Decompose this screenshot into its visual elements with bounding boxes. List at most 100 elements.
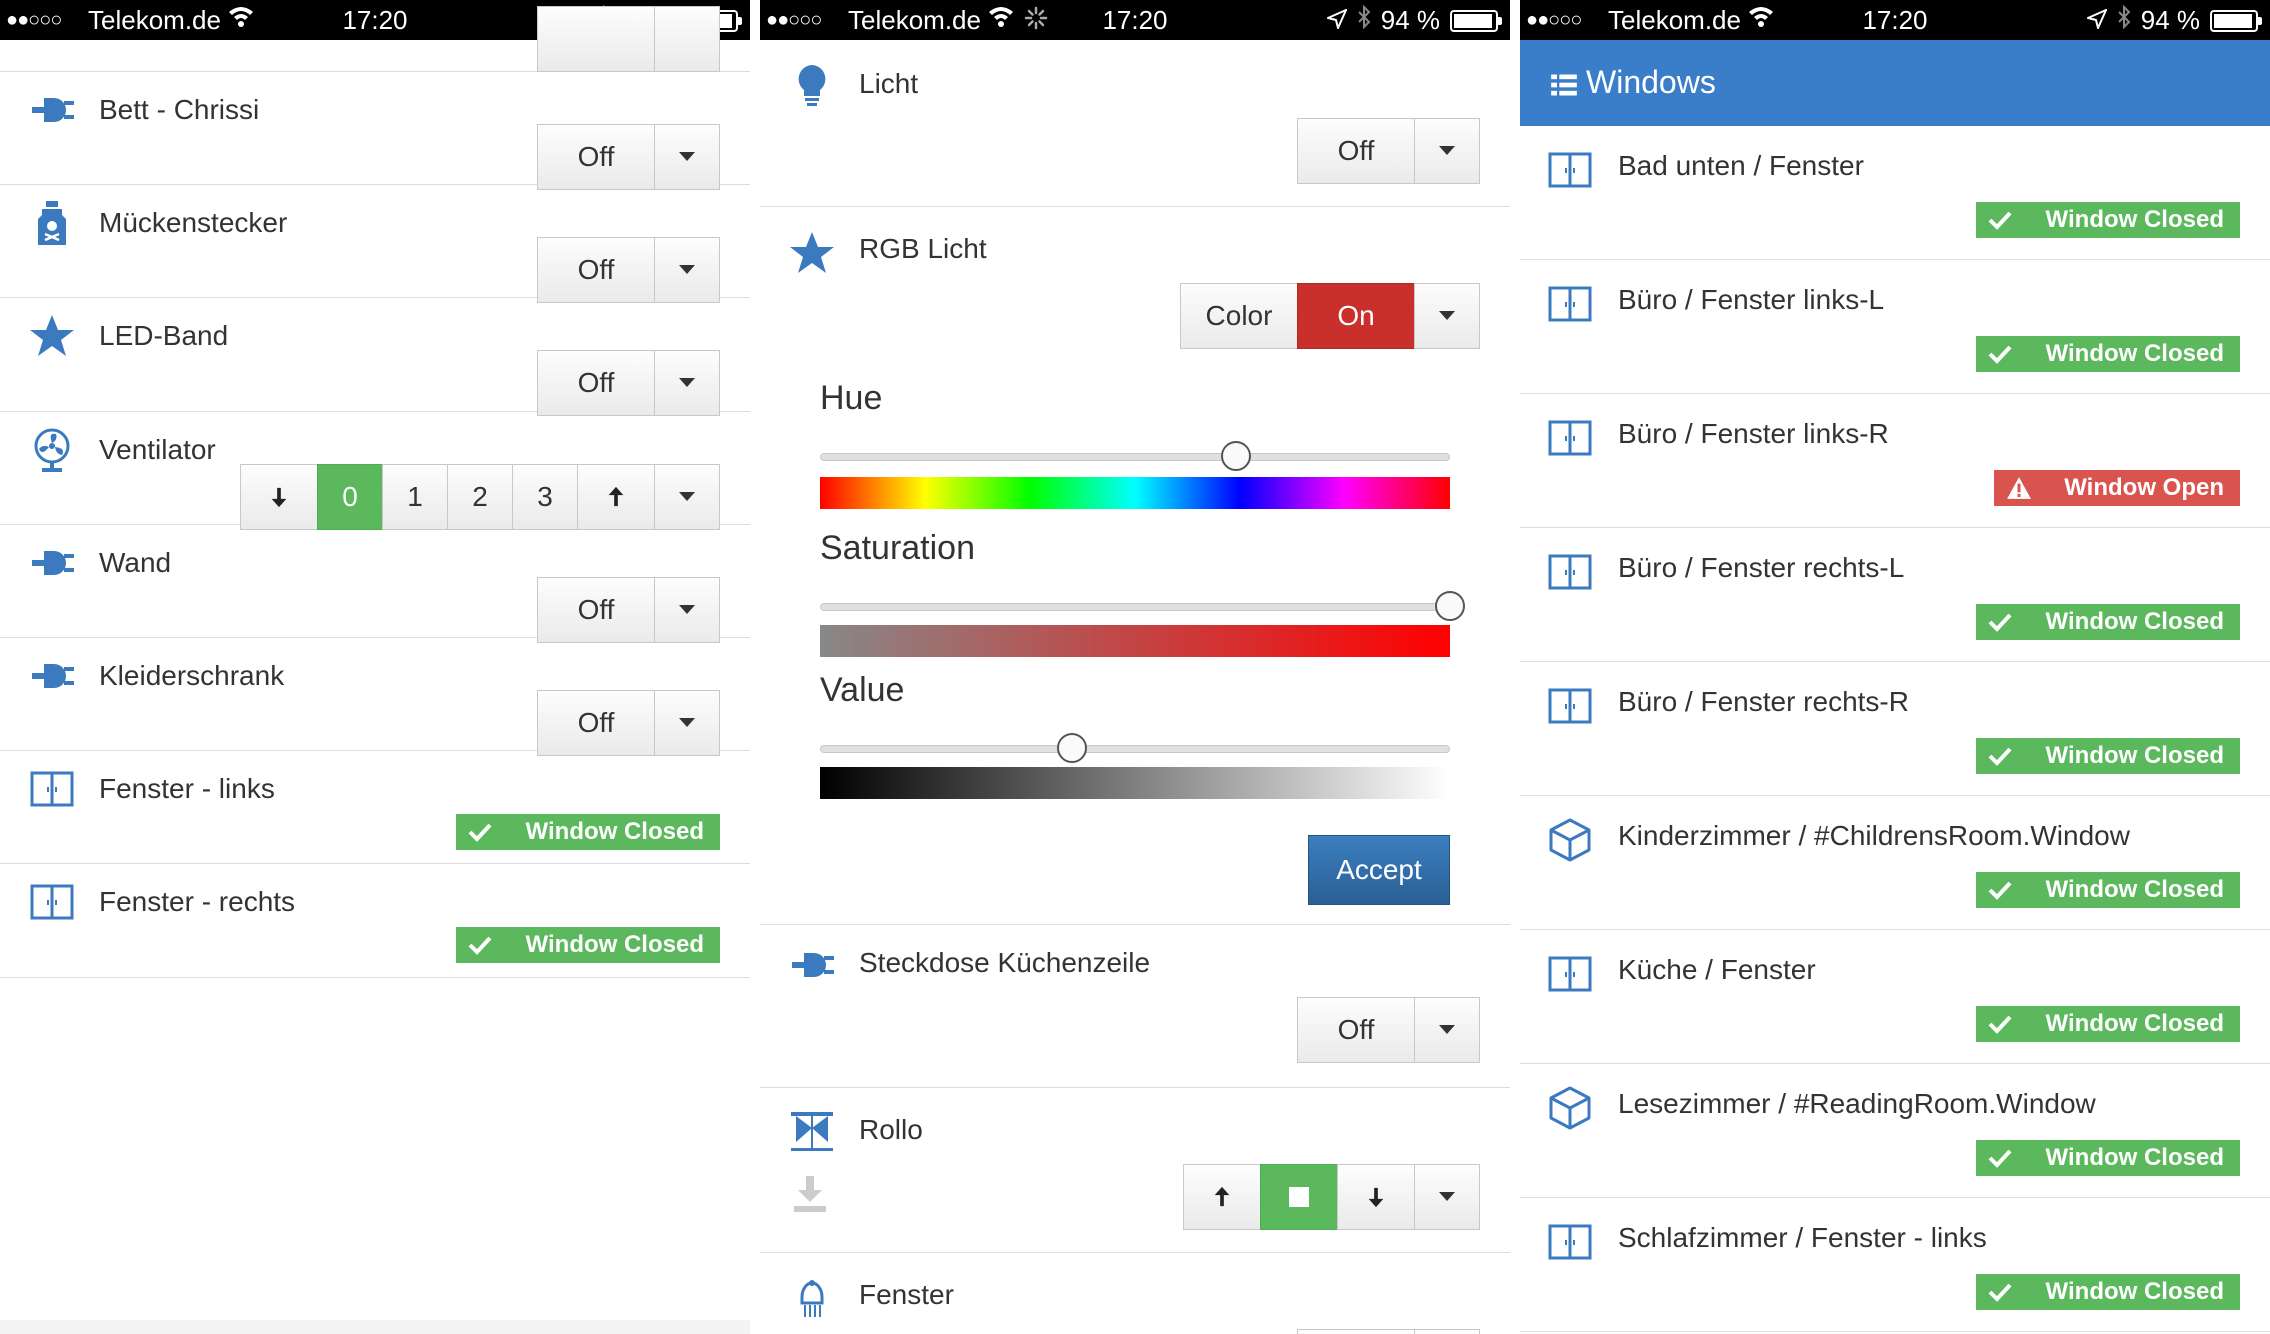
row-label: RGB Licht — [859, 233, 987, 264]
status-badge: Window Open — [1994, 470, 2240, 506]
page-title: Windows — [1586, 64, 1716, 100]
partial-row — [0, 6, 750, 72]
check-icon — [1988, 1012, 2028, 1036]
rollo-down-button[interactable] — [1337, 1164, 1415, 1230]
off-button[interactable]: Off — [1297, 118, 1415, 184]
bluetooth-icon — [2117, 4, 2131, 36]
row-led-band: LED-Band Off — [0, 298, 750, 417]
status-text: Window Closed — [2045, 876, 2224, 903]
fenster-button-group — [1297, 1329, 1480, 1334]
dropdown-toggle[interactable] — [654, 576, 720, 643]
status-text: Window Closed — [525, 931, 704, 959]
dropdown-toggle[interactable] — [1414, 118, 1480, 184]
download-tray-icon — [790, 1174, 830, 1219]
hue-slider-track[interactable] — [820, 453, 1450, 461]
hue-spectrum[interactable] — [820, 477, 1450, 509]
rollo-controls — [1183, 1164, 1480, 1230]
window-icon — [1546, 280, 1594, 328]
row-steckdose-kuechenzeile: Steckdose Küchenzeile Off — [760, 925, 1510, 1088]
window-icon — [1546, 548, 1594, 596]
status-text: Window Closed — [2045, 1144, 2224, 1171]
dropdown-toggle[interactable] — [654, 690, 720, 756]
partial-caret[interactable] — [1414, 1329, 1480, 1334]
accept-button[interactable]: Accept — [1308, 835, 1450, 905]
plug-icon — [28, 652, 76, 700]
fan-level-2-button[interactable]: 2 — [447, 463, 513, 530]
dropdown-toggle[interactable] — [1414, 283, 1480, 349]
row-lesezimmer-readingroom-window[interactable]: Lesezimmer / #ReadingRoom.Window Window C… — [1520, 1064, 2270, 1198]
value-gradient[interactable] — [820, 767, 1450, 799]
dropdown-toggle[interactable] — [654, 124, 720, 190]
dropdown-toggle[interactable] — [1414, 997, 1480, 1063]
cube-icon — [1546, 1084, 1594, 1132]
off-button[interactable]: Off — [537, 576, 655, 643]
row-fenster: Fenster — [760, 1253, 1510, 1334]
fan-level-0-button[interactable]: 0 — [317, 463, 383, 530]
rollo-up-button[interactable] — [1183, 1164, 1261, 1230]
fan-level-3-button[interactable]: 3 — [512, 463, 578, 530]
off-button[interactable]: Off — [537, 350, 655, 417]
window-icon — [1546, 1218, 1594, 1266]
row-wand: Wand Off — [0, 525, 750, 643]
fan-up-button[interactable] — [577, 463, 655, 530]
off-button[interactable]: Off — [1297, 997, 1415, 1063]
cube-icon — [1546, 816, 1594, 864]
off-button[interactable]: Off — [537, 690, 655, 756]
list-icon — [1550, 70, 1578, 107]
list-end-strip — [0, 1320, 750, 1334]
off-button[interactable]: Off — [537, 237, 655, 304]
window-icon — [1546, 146, 1594, 194]
window-icon — [1546, 414, 1594, 462]
dropdown-toggle[interactable] — [1414, 1164, 1480, 1230]
row-kinderzimmer-childrensroom-window[interactable]: Kinderzimmer / #ChildrensRoom.Window Wind… — [1520, 796, 2270, 930]
row-licht: Licht Off — [760, 42, 1510, 207]
row-rollo: Rollo — [760, 1088, 1510, 1253]
row-label: Ventilator — [99, 433, 216, 465]
battery-icon — [2210, 9, 2262, 32]
color-button[interactable]: Color — [1180, 283, 1298, 349]
row-label: Lesezimmer / #ReadingRoom.Window — [1618, 1088, 2096, 1119]
dropdown-toggle[interactable] — [654, 463, 720, 530]
phone-screen-devices: ●●○○○ Telekom.de 17:20 94 % Bett - Chris… — [0, 0, 750, 1334]
check-icon — [1988, 610, 2028, 634]
rollo-stop-button[interactable] — [1260, 1164, 1338, 1230]
row-buro-fenster-rechts-r[interactable]: Büro / Fenster rechts-R Window Closed — [1520, 662, 2270, 796]
row-rgb-licht: RGB Licht Color On Hue Saturation Value … — [760, 207, 1510, 925]
value-slider-handle[interactable] — [1057, 733, 1087, 763]
partial-off-button[interactable] — [537, 6, 655, 72]
row-kuche-fenster[interactable]: Küche / Fenster Window Closed — [1520, 930, 2270, 1064]
status-badge: Window Closed — [1975, 1006, 2240, 1042]
row-buro-fenster-links-r[interactable]: Büro / Fenster links-R Window Open — [1520, 394, 2270, 528]
value-slider-track[interactable] — [820, 745, 1450, 753]
check-icon — [1988, 342, 2028, 366]
row-label: Fenster — [859, 1279, 954, 1310]
status-badge: Window Closed — [1975, 1140, 2240, 1176]
dropdown-toggle[interactable] — [654, 350, 720, 417]
row-buro-fenster-links-l[interactable]: Büro / Fenster links-L Window Closed — [1520, 260, 2270, 394]
hue-slider-handle[interactable] — [1220, 441, 1251, 471]
fan-icon — [28, 426, 76, 474]
dropdown-toggle[interactable] — [654, 237, 720, 304]
off-button[interactable]: Off — [537, 124, 655, 190]
partial-button[interactable] — [1297, 1329, 1415, 1334]
switch-button-group: Off — [537, 690, 720, 756]
row-label: Büro / Fenster links-R — [1618, 418, 1889, 449]
check-icon — [1988, 208, 2028, 232]
row-buro-fenster-rechts-l[interactable]: Büro / Fenster rechts-L Window Closed — [1520, 528, 2270, 662]
fan-level-1-button[interactable]: 1 — [382, 463, 448, 530]
row-label: Bett - Chrissi — [99, 94, 260, 125]
plug-icon — [28, 86, 76, 134]
row-schlafzimmer-fenster-links[interactable]: Schlafzimmer / Fenster - links Window Clo… — [1520, 1198, 2270, 1332]
on-button[interactable]: On — [1297, 283, 1415, 349]
fan-down-button[interactable] — [240, 463, 318, 530]
saturation-slider-handle[interactable] — [1435, 591, 1465, 621]
row-muckenstecker: Mückenstecker Off — [0, 185, 750, 304]
partial-caret-button[interactable] — [654, 6, 720, 72]
warning-icon — [2006, 475, 2046, 501]
row-bad-unten-fenster[interactable]: Bad unten / Fenster Window Closed — [1520, 126, 2270, 260]
saturation-slider-track[interactable] — [820, 603, 1450, 611]
row-label: Wand — [99, 546, 172, 578]
status-text: Window Closed — [525, 818, 704, 846]
saturation-gradient[interactable] — [820, 625, 1450, 657]
status-badge: Window Closed — [1975, 336, 2240, 372]
